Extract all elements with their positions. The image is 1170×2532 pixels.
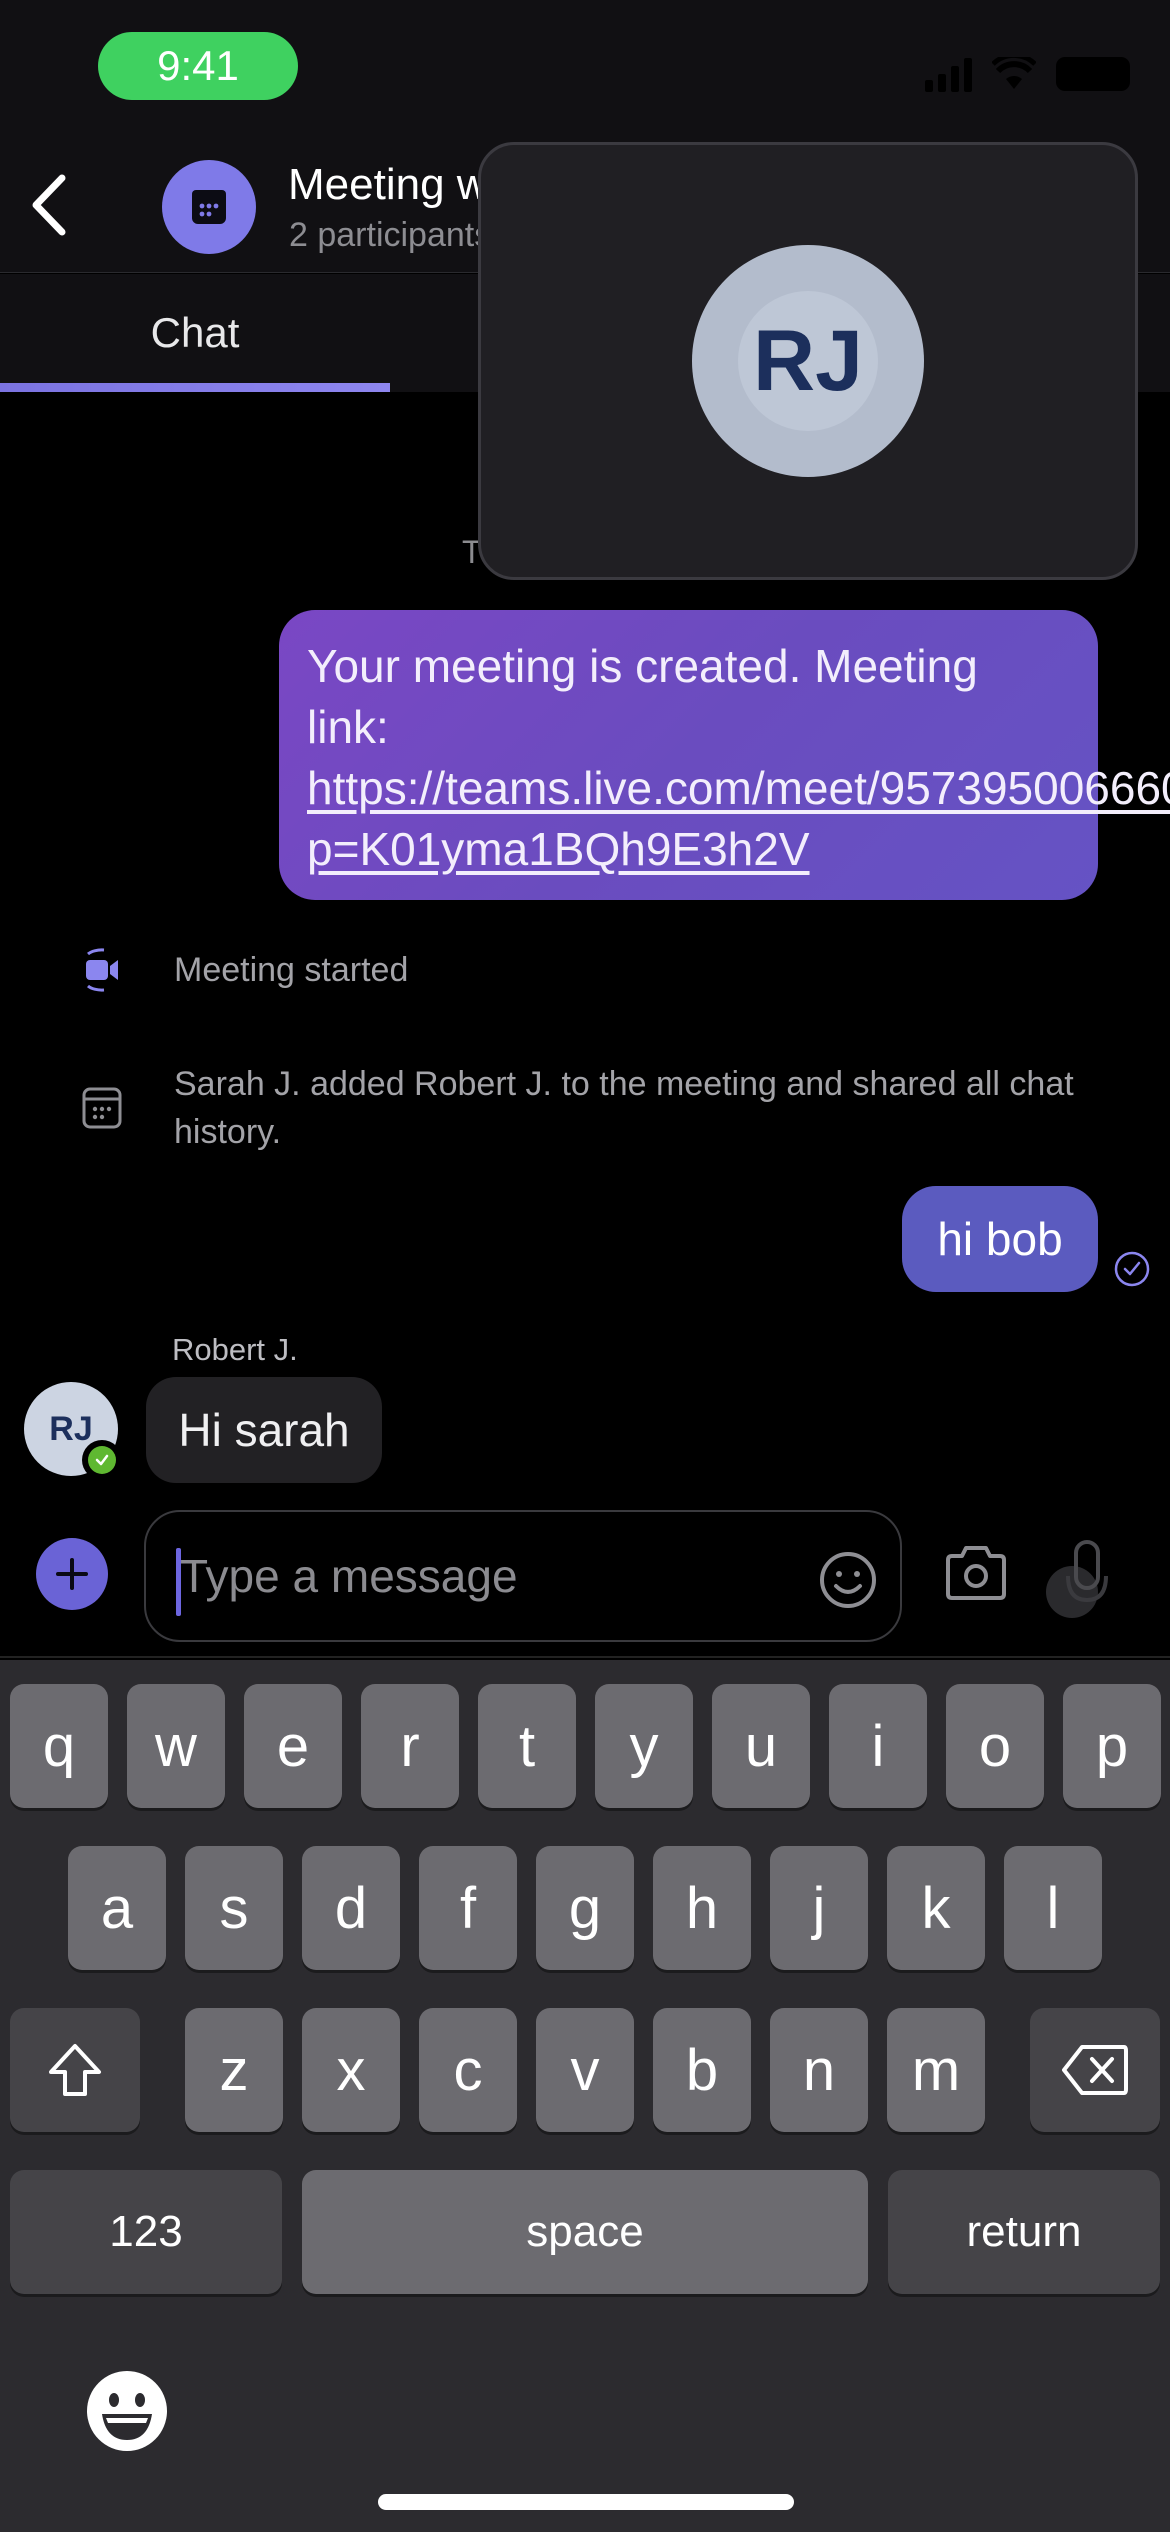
message-composer xyxy=(0,1500,1170,1658)
chevron-left-icon xyxy=(32,174,66,236)
message-text: Your meeting is created. Meeting link: xyxy=(307,640,978,753)
battery-icon xyxy=(1056,57,1130,91)
shift-icon xyxy=(49,2044,101,2096)
read-receipt-icon xyxy=(1114,1251,1150,1287)
delete-key[interactable] xyxy=(1030,2008,1160,2132)
sender-name: Robert J. xyxy=(172,1332,298,1367)
numbers-key[interactable]: 123 xyxy=(10,2170,282,2294)
participant-video-avatar: RJ xyxy=(692,245,924,477)
system-message-text: Sarah J. added Robert J. to the meeting … xyxy=(174,1065,1074,1151)
key-d[interactable]: d xyxy=(302,1846,400,1970)
shift-key[interactable] xyxy=(10,2008,140,2132)
key-b[interactable]: b xyxy=(653,2008,751,2132)
status-icons xyxy=(925,56,1130,92)
presence-available-icon xyxy=(88,1446,116,1474)
key-c[interactable]: c xyxy=(419,2008,517,2132)
key-x[interactable]: x xyxy=(302,2008,400,2132)
status-bar: 9:41 xyxy=(0,0,1170,140)
message-bubble-outgoing[interactable]: hi bob xyxy=(902,1186,1098,1292)
key-m[interactable]: m xyxy=(887,2008,985,2132)
calendar-icon xyxy=(78,1084,126,1132)
key-r[interactable]: r xyxy=(361,1684,459,1808)
key-k[interactable]: k xyxy=(887,1846,985,1970)
key-z[interactable]: z xyxy=(185,2008,283,2132)
wifi-icon xyxy=(992,57,1036,89)
key-v[interactable]: v xyxy=(536,2008,634,2132)
key-q[interactable]: q xyxy=(10,1684,108,1808)
tab-chat[interactable]: Chat xyxy=(0,274,390,392)
cellular-signal-icon xyxy=(925,56,972,92)
key-g[interactable]: g xyxy=(536,1846,634,1970)
space-key[interactable]: space xyxy=(302,2170,868,2294)
key-f[interactable]: f xyxy=(419,1846,517,1970)
message-bubble-incoming[interactable]: Hi sarah xyxy=(146,1377,382,1483)
presence-badge xyxy=(82,1440,122,1480)
backspace-icon xyxy=(1062,2045,1128,2095)
message-input-container[interactable] xyxy=(144,1510,902,1642)
message-bubble-outgoing: Your meeting is created. Meeting link: h… xyxy=(279,610,1170,900)
key-e[interactable]: e xyxy=(244,1684,342,1808)
floating-video-tile[interactable]: RJ xyxy=(478,142,1138,580)
participant-initials: RJ xyxy=(738,291,878,431)
system-message-text: Meeting started xyxy=(174,951,409,989)
back-button[interactable] xyxy=(18,170,78,240)
key-i[interactable]: i xyxy=(829,1684,927,1808)
camera-icon[interactable] xyxy=(944,1544,1008,1602)
participant-count: 2 participants xyxy=(289,216,492,254)
calendar-icon xyxy=(192,190,226,224)
video-camera-icon xyxy=(78,946,126,994)
key-y[interactable]: y xyxy=(595,1684,693,1808)
status-time: 9:41 xyxy=(98,32,298,100)
key-u[interactable]: u xyxy=(712,1684,810,1808)
key-h[interactable]: h xyxy=(653,1846,751,1970)
microphone-icon[interactable] xyxy=(1046,1532,1116,1628)
on-screen-keyboard: qwertyuiop asdfghjkl zxcvbnm 123 space r… xyxy=(0,1660,1170,2532)
active-tab-indicator xyxy=(0,383,390,392)
add-attachment-button[interactable] xyxy=(36,1538,108,1610)
return-key[interactable]: return xyxy=(888,2170,1160,2294)
message-input[interactable] xyxy=(180,1512,800,1640)
emoji-keyboard-icon[interactable] xyxy=(86,2370,168,2452)
key-t[interactable]: t xyxy=(478,1684,576,1808)
emoji-icon[interactable] xyxy=(818,1550,878,1610)
key-l[interactable]: l xyxy=(1004,1846,1102,1970)
key-w[interactable]: w xyxy=(127,1684,225,1808)
meeting-link[interactable]: https://teams.live.com/meet/957395006660… xyxy=(307,762,1170,875)
home-indicator[interactable] xyxy=(378,2494,794,2510)
key-p[interactable]: p xyxy=(1063,1684,1161,1808)
plus-icon xyxy=(56,1558,88,1590)
key-j[interactable]: j xyxy=(770,1846,868,1970)
meeting-avatar[interactable] xyxy=(162,160,256,254)
key-n[interactable]: n xyxy=(770,2008,868,2132)
key-a[interactable]: a xyxy=(68,1846,166,1970)
key-s[interactable]: s xyxy=(185,1846,283,1970)
key-o[interactable]: o xyxy=(946,1684,1044,1808)
